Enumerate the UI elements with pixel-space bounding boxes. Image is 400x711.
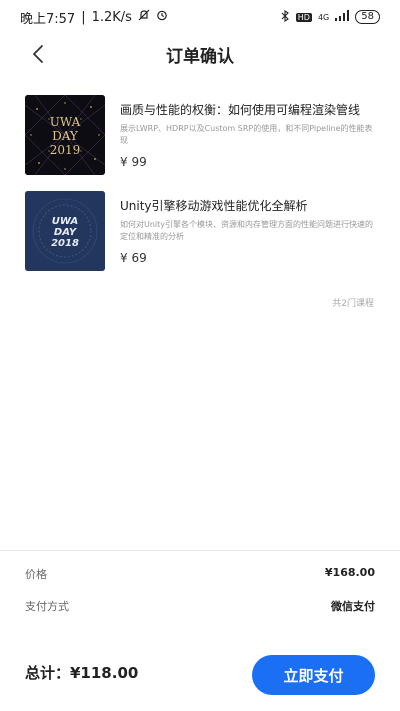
course-title: 画质与性能的权衡：如何使用可编程渲染管线 (120, 103, 361, 117)
course-thumbnail: UWA DAY 2018 (25, 191, 105, 271)
thumb-text-line2: DAY (54, 227, 78, 238)
course-price: ¥ 69 (120, 251, 147, 265)
price-value: ¥168.00 (324, 566, 375, 579)
course-item[interactable]: UWA DAY 2019 画质与性能的权衡：如何使用可编程渲染管线 展示LWRP… (25, 95, 380, 177)
order-total: 总计：¥118.00 (25, 664, 139, 682)
course-description: 展示LWRP、HDRP以及Custom SRP的使用，和不同Pipeline的性… (120, 124, 373, 145)
thumb-text-line3: 2018 (51, 238, 79, 249)
chevron-left-icon (33, 45, 43, 63)
status-left: 晚上7:57 | 1.2K/s (20, 8, 168, 27)
page-title: 订单确认 (166, 46, 234, 67)
uwa-day-2019-cover: UWA DAY 2019 (25, 95, 105, 175)
payment-method-value: 微信支付 (331, 600, 375, 613)
notifications-off-icon (138, 9, 150, 25)
price-row: 价格 ¥168.00 (25, 566, 375, 586)
payment-method-label: 支付方式 (25, 600, 69, 613)
status-time: 晚上7:57 (20, 11, 76, 27)
pay-now-button[interactable]: 立即支付 (252, 655, 375, 695)
bluetooth-icon (281, 9, 290, 25)
course-title: Unity引擎移动游戏性能优化全解析 (120, 199, 308, 213)
status-bar: 晚上7:57 | 1.2K/s HD 4G 58 (0, 0, 400, 34)
course-thumbnail: UWA DAY 2019 (25, 95, 105, 175)
status-network-speed: 1.2K/s (91, 9, 132, 25)
payment-method-row[interactable]: 支付方式 微信支付 (25, 598, 375, 618)
divider (0, 550, 400, 551)
hd-icon: HD (295, 12, 312, 22)
signal-label: 4G (317, 12, 330, 22)
signal-icon (335, 10, 350, 24)
thumb-text-line1: UWA (50, 115, 81, 129)
navigation-bar: 订单确认 (0, 34, 400, 74)
price-label: 价格 (25, 568, 47, 581)
status-right: HD 4G 58 (281, 9, 380, 25)
course-count: 共2门课程 (332, 299, 374, 309)
uwa-day-2018-cover: UWA DAY 2018 (25, 191, 105, 271)
course-item[interactable]: UWA DAY 2018 Unity引擎移动游戏性能优化全解析 如何对Unity… (25, 191, 380, 273)
course-description: 如何对Unity引擎各个模块、资源和内存管理方面的性能问题进行快速的定位和精准的… (120, 220, 374, 241)
alarm-icon (156, 9, 168, 25)
thumb-text-line2: DAY (52, 129, 79, 143)
order-content: UWA DAY 2019 画质与性能的权衡：如何使用可编程渲染管线 展示LWRP… (0, 74, 400, 550)
battery-indicator: 58 (355, 10, 380, 24)
thumb-text-line3: 2019 (50, 143, 81, 157)
back-button[interactable] (24, 40, 52, 68)
thumb-text-line1: UWA (52, 216, 79, 227)
status-divider: | (81, 9, 86, 25)
course-price: ¥ 99 (120, 155, 147, 169)
